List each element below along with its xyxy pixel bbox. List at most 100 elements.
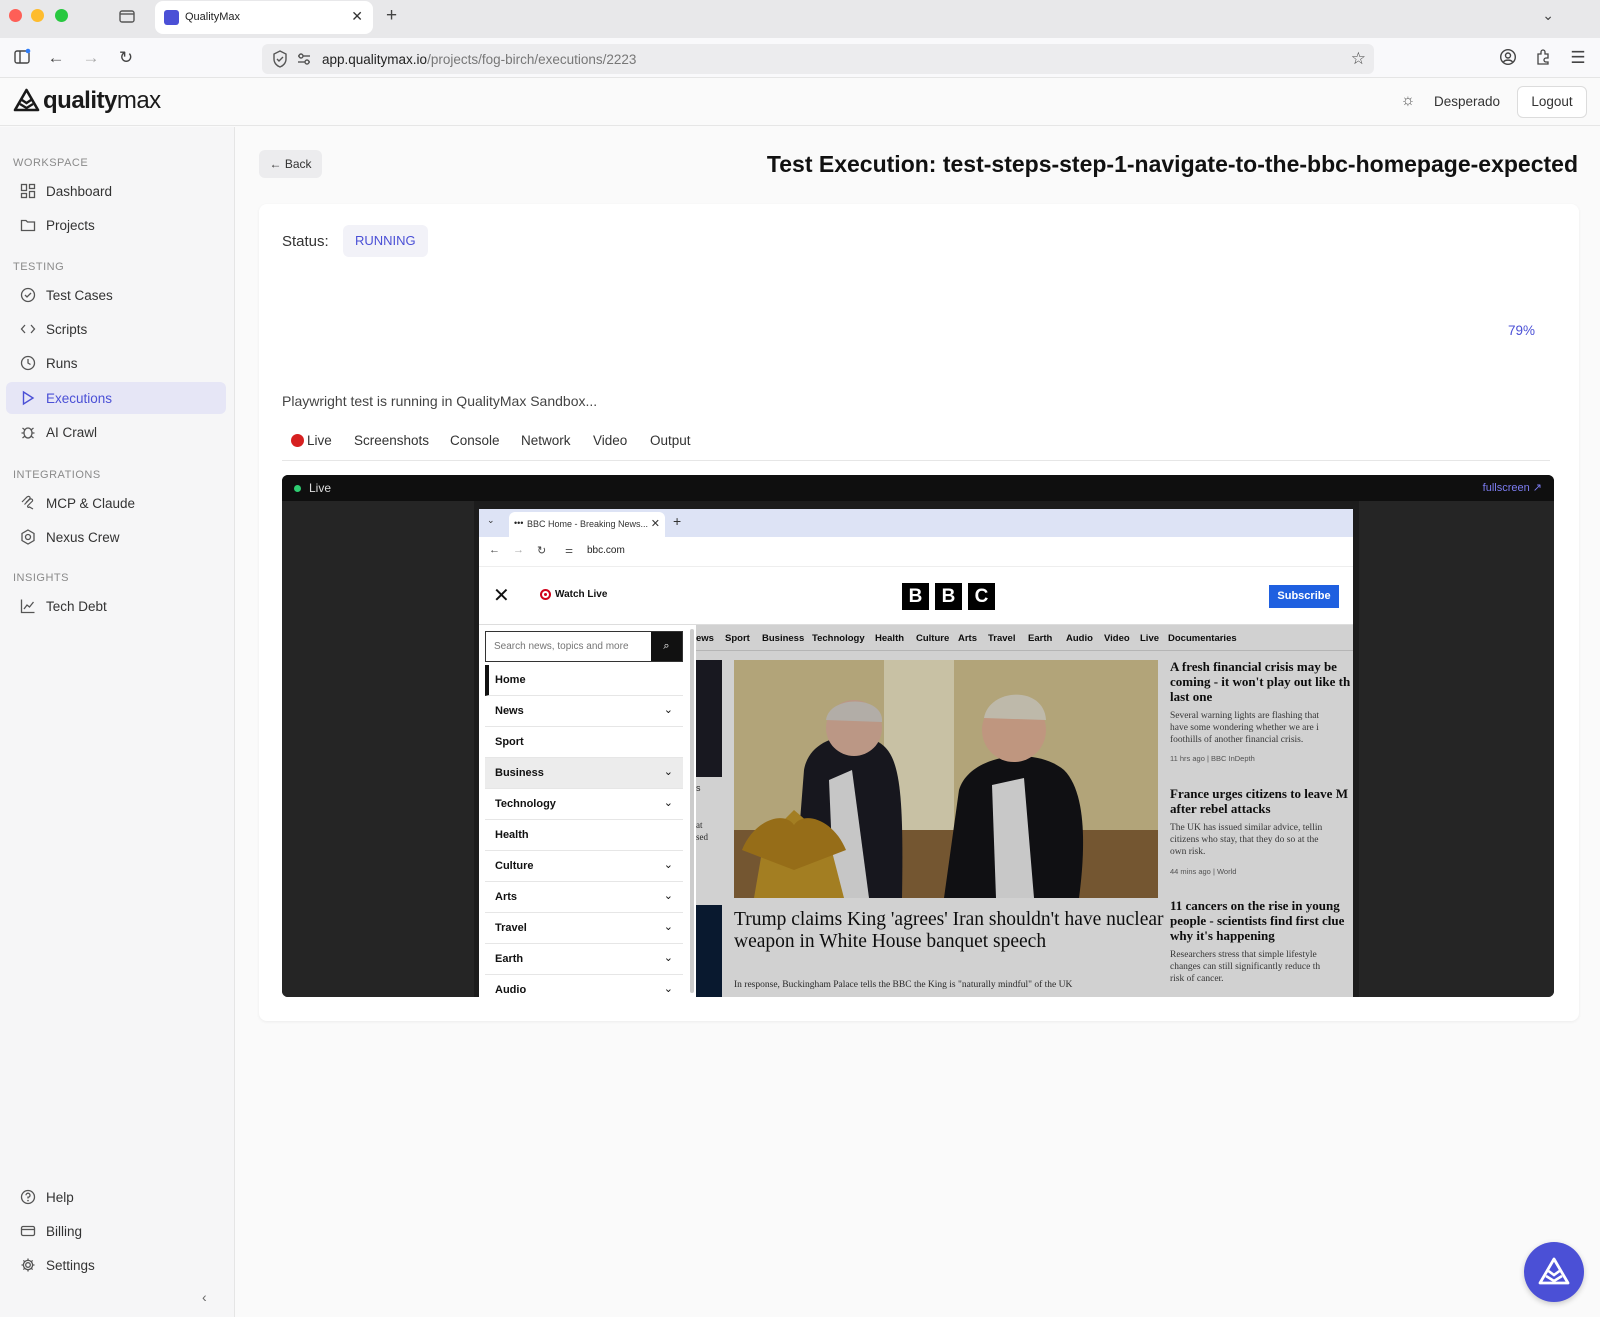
- remote-browser-frame[interactable]: ⌄ ••• BBC Home - Breaking News... ✕ + ← …: [479, 509, 1353, 997]
- browser-toolbar: ← → ↻ app.qualitymax.io/projects/fog-bir…: [0, 38, 1600, 78]
- tab-video[interactable]: Video: [593, 433, 627, 448]
- sidebar-item-projects[interactable]: Projects: [6, 209, 226, 241]
- collapse-sidebar-icon[interactable]: ‹: [202, 1289, 207, 1305]
- sidebar-item-tech-debt[interactable]: Tech Debt: [6, 590, 226, 622]
- headline-line: why it's happening: [1170, 927, 1275, 943]
- watch-live-icon: [540, 589, 551, 600]
- sidebar-item-scripts[interactable]: Scripts: [6, 313, 226, 345]
- headline-line: after rebel attacks: [1170, 800, 1271, 816]
- left-fragment: sed: [696, 832, 708, 842]
- logo-text: qualitymax: [43, 87, 161, 115]
- hexagon-icon: [19, 528, 37, 546]
- sidebar-item-ai-crawl[interactable]: AI Crawl: [6, 416, 226, 448]
- assistant-fab-button[interactable]: [1524, 1242, 1584, 1302]
- live-status-dot: [294, 485, 301, 492]
- tab-overview-icon[interactable]: [118, 7, 136, 25]
- headline-line: coming - it won't play out like th: [1170, 673, 1351, 689]
- forward-arrow-icon[interactable]: →: [81, 48, 101, 68]
- viewer-right-pad: [1359, 501, 1554, 997]
- reload-icon[interactable]: ↻: [116, 48, 136, 68]
- sidebar-item-runs[interactable]: Runs: [6, 347, 226, 379]
- remote-favicon-icon: •••: [514, 518, 524, 528]
- close-tab-icon[interactable]: ✕: [351, 8, 363, 25]
- qualitymax-logo[interactable]: qualitymax: [13, 87, 161, 115]
- tab-network[interactable]: Network: [521, 433, 571, 448]
- tabs-dropdown-icon[interactable]: ⌄: [1542, 7, 1554, 24]
- gear-icon: [19, 1256, 37, 1274]
- code-icon: [19, 320, 37, 338]
- sidebar-item-label: MCP & Claude: [46, 495, 136, 511]
- maximize-window-button[interactable]: [55, 9, 68, 22]
- tab-live[interactable]: Live: [291, 433, 332, 448]
- bbc-nav-item: Earth: [1028, 633, 1053, 644]
- logout-button[interactable]: Logout: [1517, 86, 1587, 118]
- remote-back-icon: ←: [489, 544, 500, 556]
- logo-text-bold: quality: [43, 87, 117, 114]
- left-story-thumbnail: [696, 660, 722, 777]
- bbc-nav-item: Business: [762, 633, 805, 644]
- side-story: France urges citizens to leave M after r…: [1170, 786, 1353, 875]
- lead-headline: Trump claims King 'agrees' Iran shouldn'…: [734, 909, 1164, 952]
- bbc-menu-label: Earth: [495, 953, 524, 965]
- chevron-down-icon: ⌄: [663, 921, 673, 933]
- bug-icon: [19, 423, 37, 441]
- headline-line: last one: [1170, 688, 1213, 704]
- extensions-icon[interactable]: [1533, 48, 1553, 71]
- execution-card: Status: RUNNING 79% Playwright test is r…: [259, 204, 1579, 1021]
- chevron-down-icon: ⌄: [663, 797, 673, 809]
- live-viewer-bar: Live fullscreen ↗: [282, 475, 1554, 501]
- new-tab-icon[interactable]: +: [386, 5, 397, 27]
- bbc-search: ⌕: [485, 631, 683, 662]
- tab-screenshots[interactable]: Screenshots: [354, 433, 429, 448]
- sidebar-item-billing[interactable]: Billing: [6, 1215, 226, 1247]
- play-icon: [19, 389, 37, 407]
- bbc-nav-item: Sport: [725, 633, 750, 644]
- qualitymax-logo-icon: [13, 88, 40, 112]
- minimize-window-button[interactable]: [31, 9, 44, 22]
- sidebar-item-mcp-claude[interactable]: MCP & Claude: [6, 487, 226, 519]
- headline-line: people - scientists find first clue: [1170, 912, 1345, 928]
- live-viewer[interactable]: Live fullscreen ↗ ⌄ ••• BBC Home - Break…: [282, 475, 1554, 997]
- tab-output[interactable]: Output: [650, 433, 691, 448]
- back-button[interactable]: ← Back: [259, 150, 322, 178]
- back-arrow-icon[interactable]: ←: [46, 48, 66, 68]
- username[interactable]: Desperado: [1434, 94, 1500, 109]
- sidebar-item-executions[interactable]: Executions: [6, 382, 226, 414]
- bookmark-star-icon[interactable]: ☆: [1351, 49, 1366, 69]
- sidebar-item-help[interactable]: Help: [6, 1181, 226, 1213]
- progress-percent: 79%: [1507, 323, 1535, 338]
- sidebar-item-test-cases[interactable]: Test Cases: [6, 279, 226, 311]
- sidebar-item-nexus-crew[interactable]: Nexus Crew: [6, 521, 226, 553]
- sidebar-item-settings[interactable]: Settings: [6, 1249, 226, 1281]
- bbc-menu-row: Home: [485, 665, 683, 696]
- body-line: have some wondering whether we are i: [1170, 722, 1319, 733]
- bbc-nav-item: ews: [696, 633, 714, 644]
- line-chart-icon: [19, 597, 37, 615]
- account-icon[interactable]: [1498, 48, 1518, 71]
- logo-text-light: max: [116, 87, 161, 114]
- fullscreen-link[interactable]: fullscreen ↗: [1483, 481, 1542, 494]
- bbc-logo-letter: B: [902, 583, 929, 610]
- close-window-button[interactable]: [9, 9, 22, 22]
- status-badge: RUNNING: [343, 225, 428, 257]
- bbc-menu-label: Culture: [495, 860, 534, 872]
- site-settings-icon[interactable]: [296, 51, 312, 70]
- browser-tab-title: QualityMax: [185, 11, 241, 23]
- remote-new-tab-icon: +: [673, 513, 682, 529]
- browser-tab-active[interactable]: QualityMax ✕: [155, 1, 373, 34]
- address-bar[interactable]: app.qualitymax.io/projects/fog-birch/exe…: [262, 44, 1374, 74]
- sidebar-toggle-icon[interactable]: [12, 48, 32, 71]
- bbc-menu-label: Health: [495, 829, 529, 841]
- sidebar-item-label: Billing: [46, 1223, 83, 1239]
- tab-console[interactable]: Console: [450, 433, 500, 448]
- sidebar-item-dashboard[interactable]: Dashboard: [6, 175, 226, 207]
- lead-subtext: In response, Buckingham Palace tells the…: [734, 980, 1073, 990]
- browser-menu-icon[interactable]: ☰: [1568, 48, 1588, 68]
- left-fragment: at: [696, 820, 703, 830]
- sidebar-item-label: Test Cases: [46, 287, 113, 303]
- bbc-search-icon: ⌕: [651, 632, 682, 661]
- sun-icon[interactable]: ☼: [1398, 92, 1418, 112]
- bbc-nav-item: Live: [1140, 633, 1160, 644]
- mcp-icon: [19, 494, 37, 512]
- url-path: /projects/fog-birch/executions/2223: [427, 52, 637, 67]
